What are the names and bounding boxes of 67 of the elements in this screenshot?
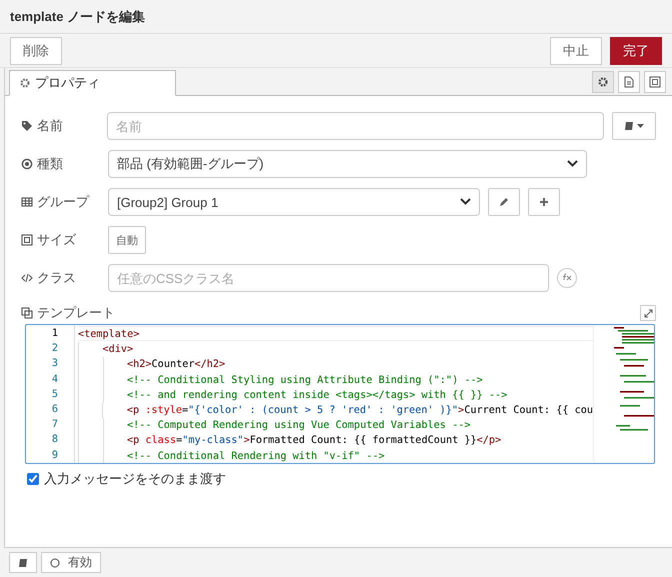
group-select[interactable]: [Group2] Group 1 [108, 188, 480, 216]
settings-button[interactable] [592, 71, 614, 93]
book-icon [624, 121, 634, 131]
field-label: テンプレート [37, 304, 115, 322]
code-line: <h2>Counter</h2> [127, 358, 226, 371]
chevron-down-icon [567, 160, 578, 168]
radio-icon [21, 158, 33, 170]
class-field[interactable]: 任意のCSSクラス名 [108, 264, 549, 292]
type-select[interactable]: 部品 (有効範囲-グループ) [108, 150, 587, 178]
pencil-icon [499, 197, 509, 207]
cancel-button[interactable]: 中止 [550, 36, 602, 64]
chevron-down-icon [460, 198, 471, 206]
checkbox-label: 入力メッセージをそのまま渡す [44, 470, 226, 488]
book-icon [18, 558, 28, 568]
resize-icon [21, 234, 33, 246]
gear-icon [20, 78, 30, 88]
line-number: 3 [50, 357, 59, 372]
library-button[interactable] [612, 112, 656, 140]
code-line: <p :style="{'color' : (count > 5 ? 'red' : 'green' )}">Current Count: {{ cou [126, 404, 593, 416]
code-line: <!-- and rendering content inside <tags></tags> with {{ }} --> [127, 388, 508, 401]
field-label: サイズ [37, 231, 76, 249]
description-button[interactable] [9, 552, 37, 573]
line-number: 4 [50, 372, 59, 387]
line-number: 2 [50, 342, 59, 356]
code-icon [21, 272, 33, 284]
tab[interactable]: プロパティ [9, 70, 176, 96]
tag-icon [21, 120, 33, 132]
code-line: <p class="my-class">Formatted Count: {{ formattedCount }}</p> [127, 434, 502, 446]
line-number: 5 [50, 388, 59, 402]
code-editor[interactable] [25, 324, 655, 464]
enabled-toggle[interactable]: 有効 [41, 552, 101, 573]
name-field[interactable]: 名前 [106, 112, 604, 140]
plus-icon [539, 197, 549, 207]
field-label: クラス [37, 269, 76, 287]
expression-button[interactable] [557, 268, 577, 288]
document-button[interactable] [618, 71, 640, 93]
expand-button[interactable] [640, 305, 656, 321]
code-line: <template> [78, 328, 140, 340]
add-button[interactable] [528, 188, 560, 216]
edit-button[interactable] [488, 188, 520, 216]
field-label: グループ [37, 193, 89, 211]
line-number: 6 [50, 402, 59, 417]
caret-icon [637, 124, 644, 128]
gear-icon [598, 77, 608, 87]
line-number: 8 [50, 433, 59, 448]
table-icon [21, 196, 33, 208]
size-button[interactable]: 自動 [108, 226, 146, 254]
field-label: 種類 [37, 155, 63, 173]
copy-icon [21, 307, 33, 319]
dialog-title: template ノードを編集 [10, 8, 146, 26]
line-number: 9 [50, 448, 59, 462]
code-line: <!-- Computed Rendering using Vue Computed Variables --> [127, 419, 470, 432]
code-line: <!-- Conditional Styling using Attribute Binding (":") --> [127, 374, 483, 386]
appearance-button[interactable] [644, 71, 666, 93]
fx-icon [562, 273, 572, 281]
document-icon [624, 76, 634, 88]
line-number: 7 [50, 418, 59, 432]
line-number: 1 [50, 327, 59, 341]
delete-button[interactable]: 削除 [10, 36, 62, 64]
code-line: <!-- Conditional Rendering with "v-if" --> [127, 450, 385, 462]
expand-icon [644, 308, 652, 318]
field-label: 名前 [37, 117, 63, 135]
passthru-checkbox[interactable] [27, 473, 39, 485]
done-button[interactable]: 完了 [610, 36, 662, 64]
frame-icon [649, 76, 661, 88]
code-line: <div> [102, 343, 134, 356]
circle-icon [50, 558, 60, 568]
